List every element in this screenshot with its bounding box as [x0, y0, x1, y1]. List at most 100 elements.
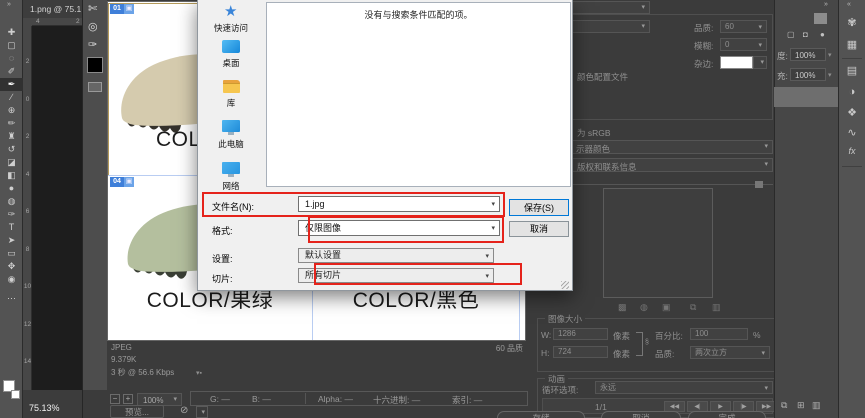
height-field[interactable]: 724 — [553, 346, 608, 358]
sfw-eyedropper-tool-icon[interactable]: ✑ — [88, 38, 97, 51]
cancel-button[interactable]: 取消 — [509, 221, 569, 237]
slice-select-tool-icon[interactable]: ✄ — [88, 2, 97, 15]
background-color-swatch[interactable] — [11, 390, 20, 399]
lock-color-icon[interactable]: ▣ — [662, 302, 671, 313]
sfw-save-button[interactable]: 存储 — [497, 411, 585, 418]
adjustments-panel-icon[interactable]: ◑ — [842, 86, 862, 98]
gradient-tool-icon[interactable]: ◧ — [0, 169, 23, 182]
new-color-icon[interactable]: ⧉ — [690, 302, 696, 313]
save-button[interactable]: 保存(S) — [509, 199, 569, 216]
quality-field[interactable]: 60▾ — [720, 20, 767, 33]
delete-color-icon[interactable]: ▥ — [712, 302, 721, 313]
settings-select[interactable]: 默认设置▾ — [298, 248, 494, 263]
clone-stamp-tool-icon[interactable]: ♜ — [0, 130, 23, 143]
quick-access-star-icon: ★ — [224, 2, 237, 20]
blur-tool-icon[interactable]: ● — [0, 182, 23, 195]
hand-tool-icon[interactable]: ✥ — [0, 260, 23, 273]
panel-collapse-icon[interactable]: » — [824, 1, 828, 8]
document-tab-bar: 1.png @ 75.1 — [23, 0, 82, 18]
libraries-panel-icon[interactable]: ▤ — [842, 64, 862, 77]
pen-tool-icon[interactable]: ✑ — [0, 208, 23, 221]
color-panel-icon[interactable]: ✾ — [842, 16, 862, 29]
sidebar-item-desktop[interactable]: 桌面 — [197, 57, 265, 69]
chevron-down-icon[interactable]: ▾ — [828, 51, 832, 59]
browser-select-dropdown[interactable]: ▾ — [196, 406, 208, 418]
metadata-dropdown[interactable]: ▾ — [540, 158, 773, 172]
preview-mode-dropdown[interactable]: ▾ — [540, 140, 773, 154]
file-list-pane[interactable]: 没有与搜索条件匹配的项。 — [266, 2, 571, 187]
document-tab[interactable]: 1.png @ 75.1 — [30, 4, 81, 14]
type-tool-icon[interactable]: T — [0, 221, 23, 234]
lock-all-icon[interactable]: ◘ — [803, 30, 808, 39]
status-dropdown-icon[interactable]: ▾▪ — [196, 369, 202, 377]
zoom-tool-icon[interactable]: ◉ — [0, 273, 23, 286]
constrain-proportions-icon[interactable] — [636, 332, 643, 356]
percent-field[interactable]: 100 — [690, 328, 748, 340]
slice-badge-04: 04 — [110, 177, 124, 187]
toolbar-expand-icon[interactable]: » — [7, 1, 11, 8]
matte-color-swatch[interactable] — [720, 56, 753, 69]
new-layer-icon[interactable]: ⊞ — [797, 400, 805, 411]
paths-panel-icon[interactable]: ∿ — [842, 126, 862, 139]
shape-tool-icon[interactable]: ▭ — [0, 247, 23, 260]
lock-transparent-icon[interactable]: ▢ — [787, 30, 795, 39]
delete-layer-icon[interactable]: ▥ — [812, 400, 821, 411]
slices-select[interactable]: 所有切片▾ — [298, 268, 494, 283]
strip-collapse-icon[interactable]: « — [847, 1, 851, 8]
chevron-down-icon: ▾ — [491, 222, 495, 236]
document-zoom-level[interactable]: 75.13% — [29, 403, 60, 413]
zoom-in-button[interactable]: + — [123, 394, 133, 404]
loop-options-dropdown[interactable]: 永远▾ — [595, 381, 773, 394]
chevron-down-icon: ▾ — [491, 198, 495, 212]
opacity-field[interactable]: 100% — [790, 48, 826, 61]
matte-dropdown[interactable]: ▾ — [753, 56, 767, 69]
filename-input[interactable]: 1.jpg▾ — [298, 196, 500, 212]
more-tools-icon[interactable]: ⋯ — [0, 292, 23, 305]
sfw-zoom-tool-icon[interactable]: ◎ — [88, 20, 98, 33]
link-layers-icon[interactable]: ⧉ — [781, 400, 787, 411]
websafe-icon[interactable]: ◍ — [640, 302, 648, 313]
lock-position-icon[interactable]: ● — [820, 30, 825, 39]
lasso-tool-icon[interactable]: ◌ — [0, 52, 23, 65]
move-tool-icon[interactable]: ✚ — [0, 26, 23, 39]
resample-quality-dropdown[interactable]: 两次立方▾ — [690, 346, 770, 359]
color-table-slider-icon[interactable] — [755, 181, 763, 188]
toggle-slices-visibility-icon[interactable] — [88, 82, 102, 92]
eyedropper-tool-icon[interactable]: ∕ — [0, 91, 23, 104]
sidebar-item-this-pc[interactable]: 此电脑 — [197, 138, 265, 150]
zoom-out-button[interactable]: − — [110, 394, 120, 404]
marquee-tool-icon[interactable]: ▢ — [0, 39, 23, 52]
readout-hex: 十六进制: — — [373, 394, 420, 406]
fill-field[interactable]: 100% — [790, 68, 826, 81]
browser-icon[interactable]: ⊘ — [180, 405, 188, 416]
blur-field[interactable]: 0▾ — [720, 38, 767, 51]
quick-selection-tool-icon[interactable]: ✐ — [0, 65, 23, 78]
preview-in-browser-button[interactable]: 预览... — [110, 405, 164, 418]
slice-tool-icon[interactable]: ✒ — [0, 78, 23, 91]
history-brush-tool-icon[interactable]: ↺ — [0, 143, 23, 156]
sfw-done-button[interactable]: 完成 — [688, 411, 766, 418]
eyedropper-color-swatch[interactable] — [87, 57, 103, 73]
quality-label: 品质: — [694, 22, 713, 34]
format-select[interactable]: 仅限图像▾ — [298, 220, 500, 236]
brush-tool-icon[interactable]: ✏ — [0, 117, 23, 130]
resize-grip[interactable] — [561, 281, 569, 289]
width-unit: 像素 — [613, 330, 630, 342]
chevron-down-icon: ▾ — [485, 250, 489, 263]
dither-icon[interactable]: ▩ — [618, 302, 627, 313]
sfw-cancel-button[interactable]: 取消 — [601, 411, 681, 418]
selected-layer-row[interactable] — [774, 87, 838, 107]
fx-panel-icon[interactable]: fx — [842, 146, 862, 156]
path-select-tool-icon[interactable]: ➤ — [0, 234, 23, 247]
sidebar-item-network[interactable]: 网络 — [197, 180, 265, 192]
sidebar-item-quick-access[interactable]: 快速访问 — [197, 22, 265, 34]
convert-srgb-label: 为 sRGB — [577, 127, 611, 139]
healing-brush-tool-icon[interactable]: ⊕ — [0, 104, 23, 117]
styles-panel-icon[interactable]: ❖ — [842, 106, 862, 119]
width-field[interactable]: 1286 — [553, 328, 608, 340]
chevron-down-icon[interactable]: ▾ — [828, 71, 832, 79]
dodge-tool-icon[interactable]: ◍ — [0, 195, 23, 208]
sidebar-item-libraries[interactable]: 库 — [197, 97, 265, 109]
eraser-tool-icon[interactable]: ◪ — [0, 156, 23, 169]
swatches-panel-icon[interactable]: ▦ — [842, 38, 862, 51]
